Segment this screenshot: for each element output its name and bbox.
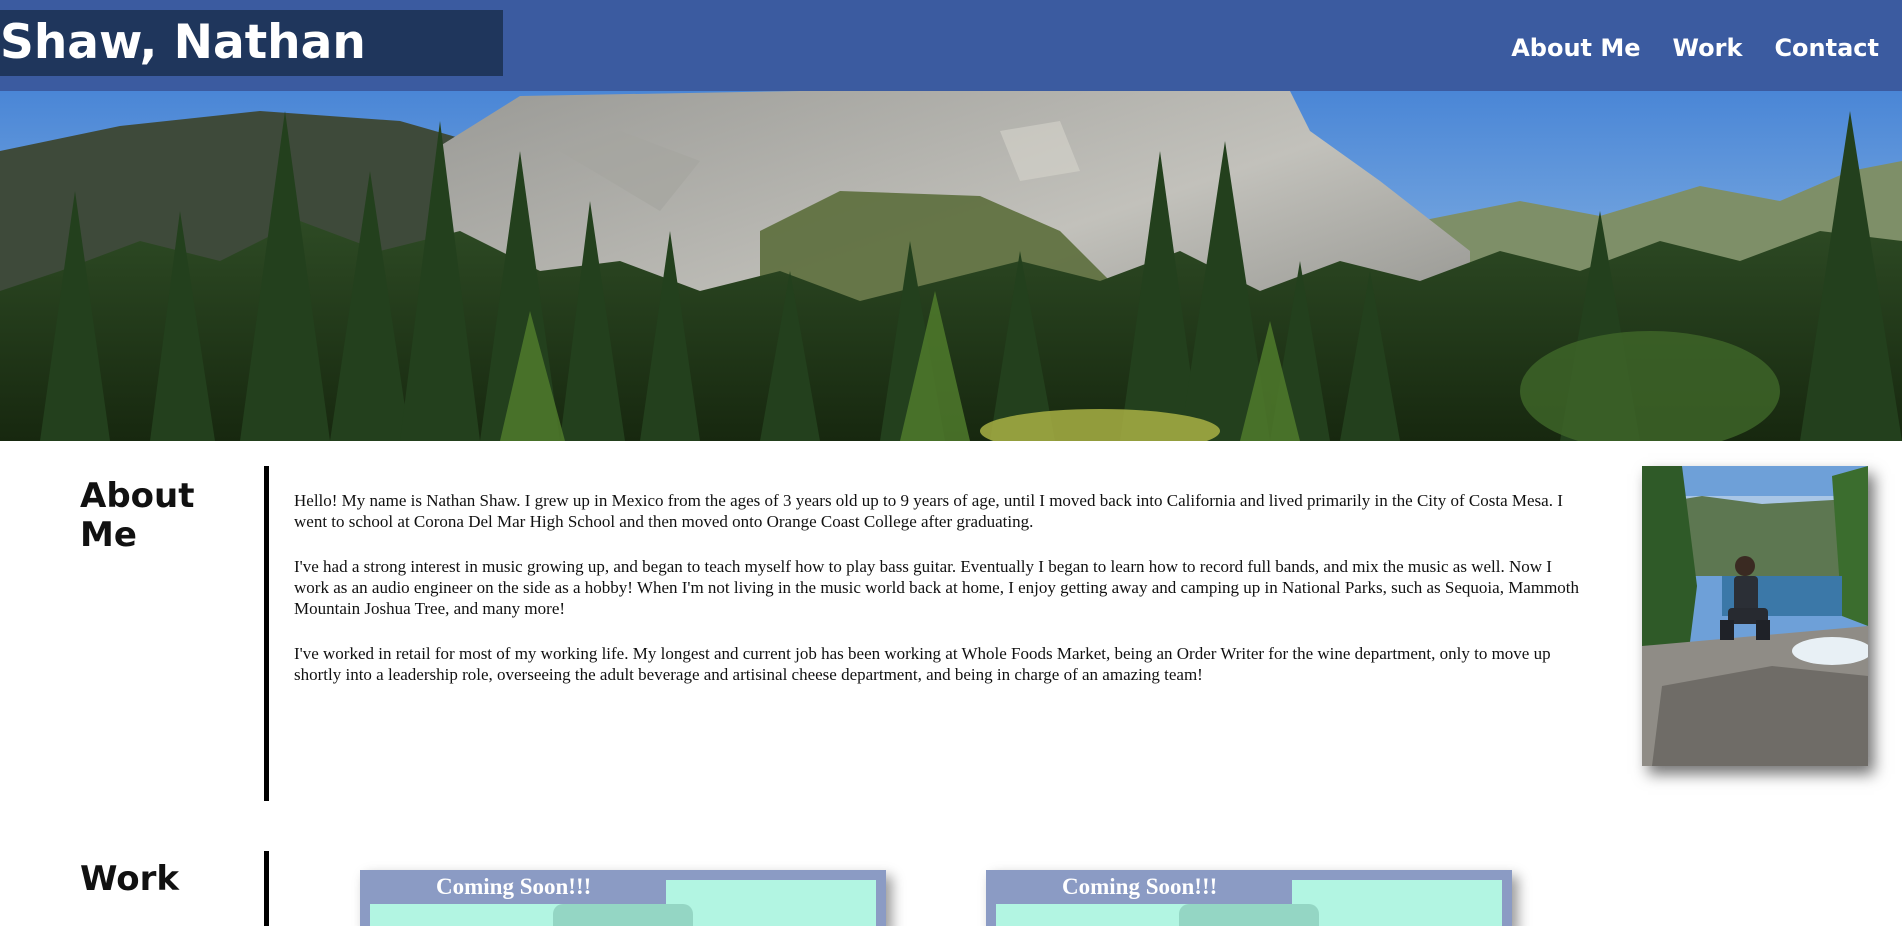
work-card-1-label: Coming Soon!!! [436,874,592,899]
about-paragraph-2: I've had a strong interest in music grow… [294,557,1580,618]
work-card-2[interactable]: Coming Soon!!! [986,870,1512,926]
name-block: Shaw, Nathan [0,10,503,76]
about-paragraph-3: I've worked in retail for most of my wor… [294,644,1551,684]
site-title: Shaw, Nathan [0,15,366,70]
about-divider [264,466,269,801]
nav-about-me-link[interactable]: About Me [1511,34,1640,62]
work-card-2-placeholder-shape [1179,904,1319,926]
about-text: Hello! My name is Nathan Shaw. I grew up… [294,490,1590,709]
nav-work-link[interactable]: Work [1673,34,1743,62]
hero-landscape-image [0,91,1902,441]
nav-contact-link[interactable]: Contact [1774,34,1879,62]
work-card-2-label: Coming Soon!!! [1062,874,1218,899]
work-card-1-placeholder-shape [553,904,693,926]
portrait-photo [1642,466,1868,766]
main-nav: About Me Work Contact [1511,34,1879,62]
about-section-title: About Me [80,476,195,555]
work-divider [264,851,269,926]
site-header: Shaw, Nathan About Me Work Contact [0,0,1902,91]
work-section-title: Work [80,859,180,899]
work-card-1[interactable]: Coming Soon!!! [360,870,886,926]
about-paragraph-1: Hello! My name is Nathan Shaw. I grew up… [294,491,1563,531]
